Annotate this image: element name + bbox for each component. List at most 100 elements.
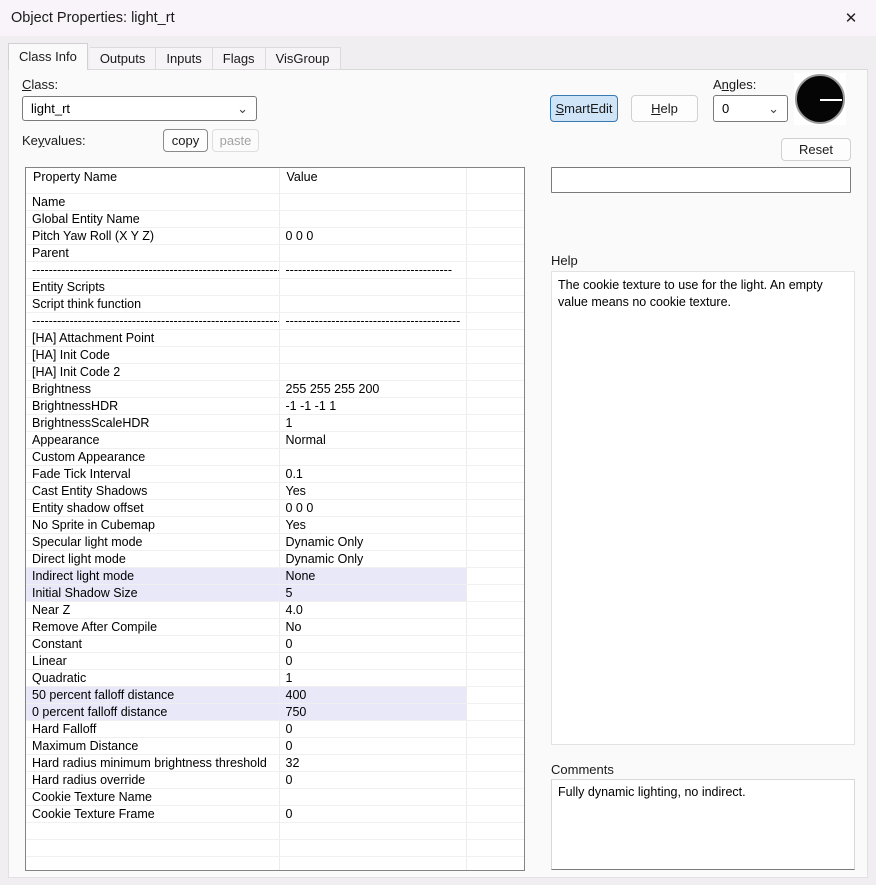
property-value-cell[interactable]: 0 [279, 635, 466, 652]
table-row[interactable]: Direct light modeDynamic Only [26, 550, 525, 567]
smartedit-button[interactable]: SmartEdit [550, 95, 618, 122]
property-extra-cell[interactable] [466, 686, 525, 703]
table-row[interactable]: Entity shadow offset0 0 0 [26, 499, 525, 516]
property-value-cell[interactable]: ----------------------------------------… [279, 312, 466, 329]
property-value-cell[interactable]: Yes [279, 516, 466, 533]
table-row[interactable]: Near Z4.0 [26, 601, 525, 618]
property-value-cell[interactable] [279, 329, 466, 346]
property-name-cell[interactable]: Indirect light mode [26, 567, 279, 584]
property-extra-cell[interactable] [466, 244, 525, 261]
comments-textarea[interactable]: Fully dynamic lighting, no indirect. [551, 779, 855, 870]
property-value-cell[interactable]: 32 [279, 754, 466, 771]
property-extra-cell[interactable] [466, 635, 525, 652]
property-name-cell[interactable]: BrightnessHDR [26, 397, 279, 414]
property-name-cell[interactable] [26, 856, 279, 871]
property-table[interactable]: Property Name Value NameGlobal Entity Na… [25, 167, 525, 871]
angles-combobox[interactable]: 0 ⌄ [713, 95, 788, 122]
property-name-cell[interactable]: Quadratic [26, 669, 279, 686]
property-name-cell[interactable]: 50 percent falloff distance [26, 686, 279, 703]
property-value-cell[interactable]: ---------------------------------------- [279, 261, 466, 278]
property-name-cell[interactable]: Initial Shadow Size [26, 584, 279, 601]
property-extra-cell[interactable] [466, 431, 525, 448]
property-extra-cell[interactable] [466, 499, 525, 516]
property-value-cell[interactable]: 0 [279, 805, 466, 822]
reset-button[interactable]: Reset [781, 138, 851, 161]
property-value-cell[interactable] [279, 839, 466, 856]
table-row[interactable]: 50 percent falloff distance400 [26, 686, 525, 703]
property-extra-cell[interactable] [466, 448, 525, 465]
property-extra-cell[interactable] [466, 788, 525, 805]
property-extra-cell[interactable] [466, 737, 525, 754]
property-value-cell[interactable]: 0 [279, 737, 466, 754]
property-value-cell[interactable]: 750 [279, 703, 466, 720]
property-value-cell[interactable]: 255 255 255 200 [279, 380, 466, 397]
table-row[interactable]: Remove After CompileNo [26, 618, 525, 635]
tab-outputs[interactable]: Outputs [90, 47, 157, 70]
property-value-cell[interactable]: 5 [279, 584, 466, 601]
property-extra-cell[interactable] [466, 652, 525, 669]
property-extra-cell[interactable] [466, 839, 525, 856]
table-row[interactable]: Maximum Distance0 [26, 737, 525, 754]
property-name-cell[interactable]: Linear [26, 652, 279, 669]
property-extra-cell[interactable] [466, 193, 525, 210]
property-extra-cell[interactable] [466, 380, 525, 397]
property-name-cell[interactable]: Maximum Distance [26, 737, 279, 754]
class-combobox[interactable]: light_rt ⌄ [22, 96, 257, 121]
property-value-cell[interactable]: None [279, 567, 466, 584]
property-name-cell[interactable] [26, 839, 279, 856]
value-edit-input[interactable] [551, 167, 851, 193]
property-value-cell[interactable] [279, 448, 466, 465]
separator-row[interactable]: ----------------------------------------… [26, 261, 525, 278]
property-name-cell[interactable]: Remove After Compile [26, 618, 279, 635]
property-name-cell[interactable]: Near Z [26, 601, 279, 618]
property-value-cell[interactable] [279, 295, 466, 312]
table-row[interactable]: Brightness255 255 255 200 [26, 380, 525, 397]
property-extra-cell[interactable] [466, 261, 525, 278]
property-name-cell[interactable]: Pitch Yaw Roll (X Y Z) [26, 227, 279, 244]
property-extra-cell[interactable] [466, 771, 525, 788]
table-row[interactable]: Linear0 [26, 652, 525, 669]
property-name-cell[interactable]: Fade Tick Interval [26, 465, 279, 482]
table-row[interactable]: Name [26, 193, 525, 210]
property-value-cell[interactable]: 1 [279, 414, 466, 431]
property-extra-cell[interactable] [466, 295, 525, 312]
property-name-cell[interactable]: Cookie Texture Frame [26, 805, 279, 822]
property-name-cell[interactable]: Hard radius override [26, 771, 279, 788]
property-value-cell[interactable] [279, 788, 466, 805]
property-name-cell[interactable]: Appearance [26, 431, 279, 448]
property-name-cell[interactable]: Cookie Texture Name [26, 788, 279, 805]
table-row[interactable]: Pitch Yaw Roll (X Y Z)0 0 0 [26, 227, 525, 244]
property-name-cell[interactable]: Script think function [26, 295, 279, 312]
property-value-cell[interactable]: 0.1 [279, 465, 466, 482]
help-button[interactable]: Help [631, 95, 698, 122]
table-row[interactable]: [HA] Init Code [26, 346, 525, 363]
table-row[interactable]: 0 percent falloff distance750 [26, 703, 525, 720]
table-row[interactable]: Initial Shadow Size5 [26, 584, 525, 601]
property-extra-cell[interactable] [466, 584, 525, 601]
table-row[interactable]: Cast Entity ShadowsYes [26, 482, 525, 499]
property-extra-cell[interactable] [466, 601, 525, 618]
property-name-cell[interactable]: ----------------------------------------… [26, 261, 279, 278]
property-name-cell[interactable]: Specular light mode [26, 533, 279, 550]
property-value-cell[interactable]: Dynamic Only [279, 533, 466, 550]
table-row[interactable]: Hard Falloff0 [26, 720, 525, 737]
property-name-cell[interactable]: Brightness [26, 380, 279, 397]
property-value-cell[interactable] [279, 244, 466, 261]
property-name-cell[interactable]: Custom Appearance [26, 448, 279, 465]
table-row[interactable]: Quadratic1 [26, 669, 525, 686]
table-row[interactable]: No Sprite in CubemapYes [26, 516, 525, 533]
property-name-cell[interactable]: [HA] Init Code [26, 346, 279, 363]
property-extra-cell[interactable] [466, 227, 525, 244]
table-row[interactable]: Global Entity Name [26, 210, 525, 227]
property-value-cell[interactable]: 4.0 [279, 601, 466, 618]
property-extra-cell[interactable] [466, 805, 525, 822]
property-value-cell[interactable]: 0 0 0 [279, 227, 466, 244]
property-extra-cell[interactable] [466, 312, 525, 329]
property-extra-cell[interactable] [466, 618, 525, 635]
property-extra-cell[interactable] [466, 822, 525, 839]
property-extra-cell[interactable] [466, 414, 525, 431]
property-value-cell[interactable] [279, 346, 466, 363]
property-value-cell[interactable]: 0 0 0 [279, 499, 466, 516]
property-value-cell[interactable] [279, 193, 466, 210]
property-name-cell[interactable]: Global Entity Name [26, 210, 279, 227]
